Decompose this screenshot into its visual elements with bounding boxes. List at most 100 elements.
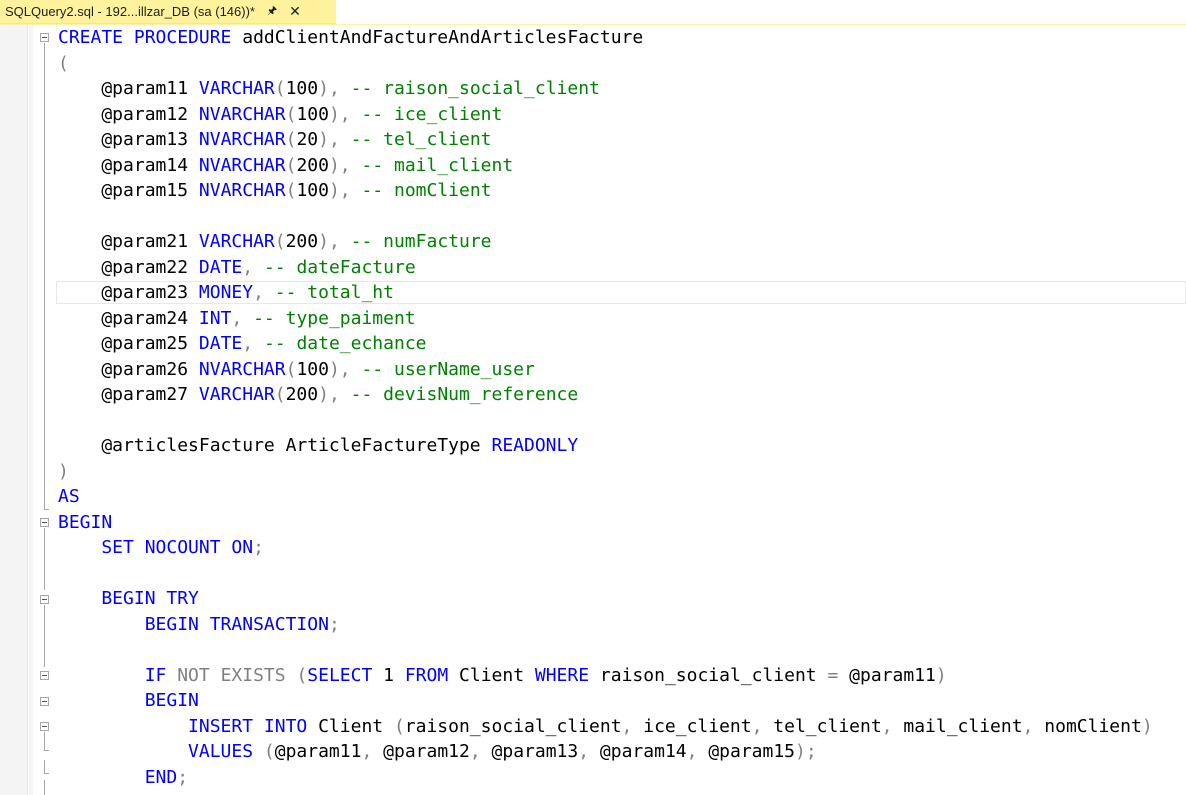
code-token: 1	[383, 664, 405, 686]
code-token: NVARCHAR	[198, 154, 286, 176]
code-line[interactable]: )	[58, 459, 1186, 485]
code-line[interactable]: VALUES (@param11, @param12, @param13, @p…	[58, 739, 1186, 765]
outline-line	[44, 528, 45, 590]
code-token: -- ice_client	[361, 103, 503, 125]
code-token: @param14	[599, 741, 687, 762]
code-line[interactable]: @param13 NVARCHAR(20), -- tel_client	[58, 127, 1186, 153]
code-token: ,	[361, 741, 384, 762]
code-token: @param15	[58, 180, 199, 201]
code-line[interactable]: @param23 MONEY, -- total_ht	[58, 280, 1186, 306]
document-tab[interactable]: SQLQuery2.sql - 192...illzar_DB (sa (146…	[0, 0, 336, 25]
code-token: VARCHAR	[198, 78, 275, 99]
collapse-icon[interactable]	[40, 722, 49, 731]
code-token: NOT EXISTS	[177, 664, 297, 686]
code-token: BEGIN TRANSACTION	[58, 613, 329, 635]
code-line[interactable]: @param12 NVARCHAR(100), -- ice_client	[58, 102, 1186, 128]
code-token: (	[393, 715, 405, 737]
code-line[interactable]: @param27 VARCHAR(200), -- devisNum_refer…	[58, 382, 1186, 408]
change-tracking-bar	[29, 25, 33, 795]
code-token: 100	[296, 358, 329, 380]
code-line[interactable]: @param25 DATE, -- date_echance	[58, 331, 1186, 357]
code-token: addClientAndFactureAndArticlesFacture	[242, 27, 644, 48]
code-line[interactable]: @param26 NVARCHAR(100), -- userName_user	[58, 357, 1186, 383]
code-token: NVARCHAR	[198, 129, 286, 150]
code-line[interactable]	[58, 204, 1186, 230]
collapse-icon[interactable]	[40, 518, 49, 527]
outline-line	[44, 760, 45, 773]
code-token: AS	[58, 486, 80, 507]
code-token: @articlesFacture ArticleFactureType	[58, 435, 492, 456]
code-line[interactable]: @param21 VARCHAR(200), -- numFacture	[58, 229, 1186, 255]
code-line[interactable]: CREATE PROCEDURE addClientAndFactureAndA…	[58, 25, 1186, 51]
code-token: =	[827, 664, 850, 686]
code-editor[interactable]: CREATE PROCEDURE addClientAndFactureAndA…	[58, 25, 1186, 795]
code-token: @param26	[58, 358, 199, 380]
code-token: 20	[296, 129, 319, 150]
code-line[interactable]	[58, 408, 1186, 434]
collapse-icon[interactable]	[40, 671, 49, 680]
outline-line	[44, 43, 45, 509]
code-line[interactable]: @param11 VARCHAR(100), -- raison_social_…	[58, 76, 1186, 102]
code-line[interactable]: BEGIN TRY	[58, 586, 1186, 612]
selection-margin[interactable]	[0, 25, 28, 795]
code-line[interactable]: END;	[58, 765, 1186, 791]
code-line[interactable]: BEGIN	[58, 510, 1186, 536]
code-token: ,	[621, 715, 644, 737]
code-token: @param24	[58, 307, 199, 329]
code-line[interactable]: @param22 DATE, -- dateFacture	[58, 255, 1186, 281]
code-token: 100	[296, 103, 329, 125]
outline-line	[44, 605, 45, 667]
code-token: -- nomClient	[361, 180, 492, 201]
code-token: (	[285, 358, 297, 380]
code-line[interactable]: BEGIN TRANSACTION;	[58, 612, 1186, 638]
code-token: (	[285, 129, 297, 150]
code-token: ;	[328, 613, 340, 635]
code-token: -- numFacture	[350, 231, 492, 252]
code-token: 200	[285, 384, 319, 405]
code-token: nomClient	[1044, 715, 1142, 737]
code-token: BEGIN TRY	[58, 588, 199, 609]
code-token: (	[296, 664, 308, 686]
code-line[interactable]: INSERT INTO Client (raison_social_client…	[58, 714, 1186, 740]
code-token: BEGIN	[58, 511, 113, 533]
code-token: VARCHAR	[198, 231, 275, 252]
code-token: ,	[578, 741, 600, 762]
code-line[interactable]: @param15 NVARCHAR(100), -- nomClient	[58, 178, 1186, 204]
code-token: 100	[296, 180, 329, 201]
code-token: )	[1141, 715, 1153, 737]
code-token: (	[285, 180, 297, 201]
code-token: ;	[177, 766, 189, 788]
code-token: @param27	[58, 384, 199, 405]
code-line[interactable]: SET NOCOUNT ON;	[58, 535, 1186, 561]
code-token: ),	[328, 103, 362, 125]
code-token: 200	[296, 154, 329, 176]
code-line[interactable]: @articlesFacture ArticleFactureType READ…	[58, 433, 1186, 459]
code-line[interactable]: (	[58, 51, 1186, 77]
code-token: WHERE	[534, 664, 600, 686]
code-token: BEGIN	[58, 690, 199, 711]
code-line[interactable]: AS	[58, 484, 1186, 510]
code-line[interactable]: BEGIN	[58, 688, 1186, 714]
code-token: tel_client	[773, 715, 882, 737]
code-token: -- mail_client	[361, 154, 514, 176]
code-token: NVARCHAR	[198, 358, 286, 380]
code-token: (	[285, 103, 297, 125]
code-line[interactable]: @param24 INT, -- type_paiment	[58, 306, 1186, 332]
pin-icon[interactable]: 🖈︎	[267, 2, 277, 21]
code-token: -- userName_user	[361, 358, 535, 380]
code-token: ,	[253, 282, 275, 303]
code-token: END	[58, 766, 178, 788]
close-icon[interactable]: ✕	[289, 3, 301, 20]
code-token: -- total_ht	[274, 282, 394, 303]
code-token: FROM	[404, 664, 460, 686]
code-line[interactable]: IF NOT EXISTS (SELECT 1 FROM Client WHER…	[58, 663, 1186, 689]
code-line[interactable]	[58, 637, 1186, 663]
code-line[interactable]	[58, 561, 1186, 587]
code-token: -- devisNum_reference	[350, 384, 579, 405]
collapse-icon[interactable]	[40, 697, 49, 706]
code-token: @param13	[58, 129, 199, 150]
collapse-icon[interactable]	[40, 33, 49, 42]
collapse-icon[interactable]	[40, 595, 49, 604]
code-token: -- date_echance	[263, 333, 427, 354]
code-line[interactable]: @param14 NVARCHAR(200), -- mail_client	[58, 153, 1186, 179]
